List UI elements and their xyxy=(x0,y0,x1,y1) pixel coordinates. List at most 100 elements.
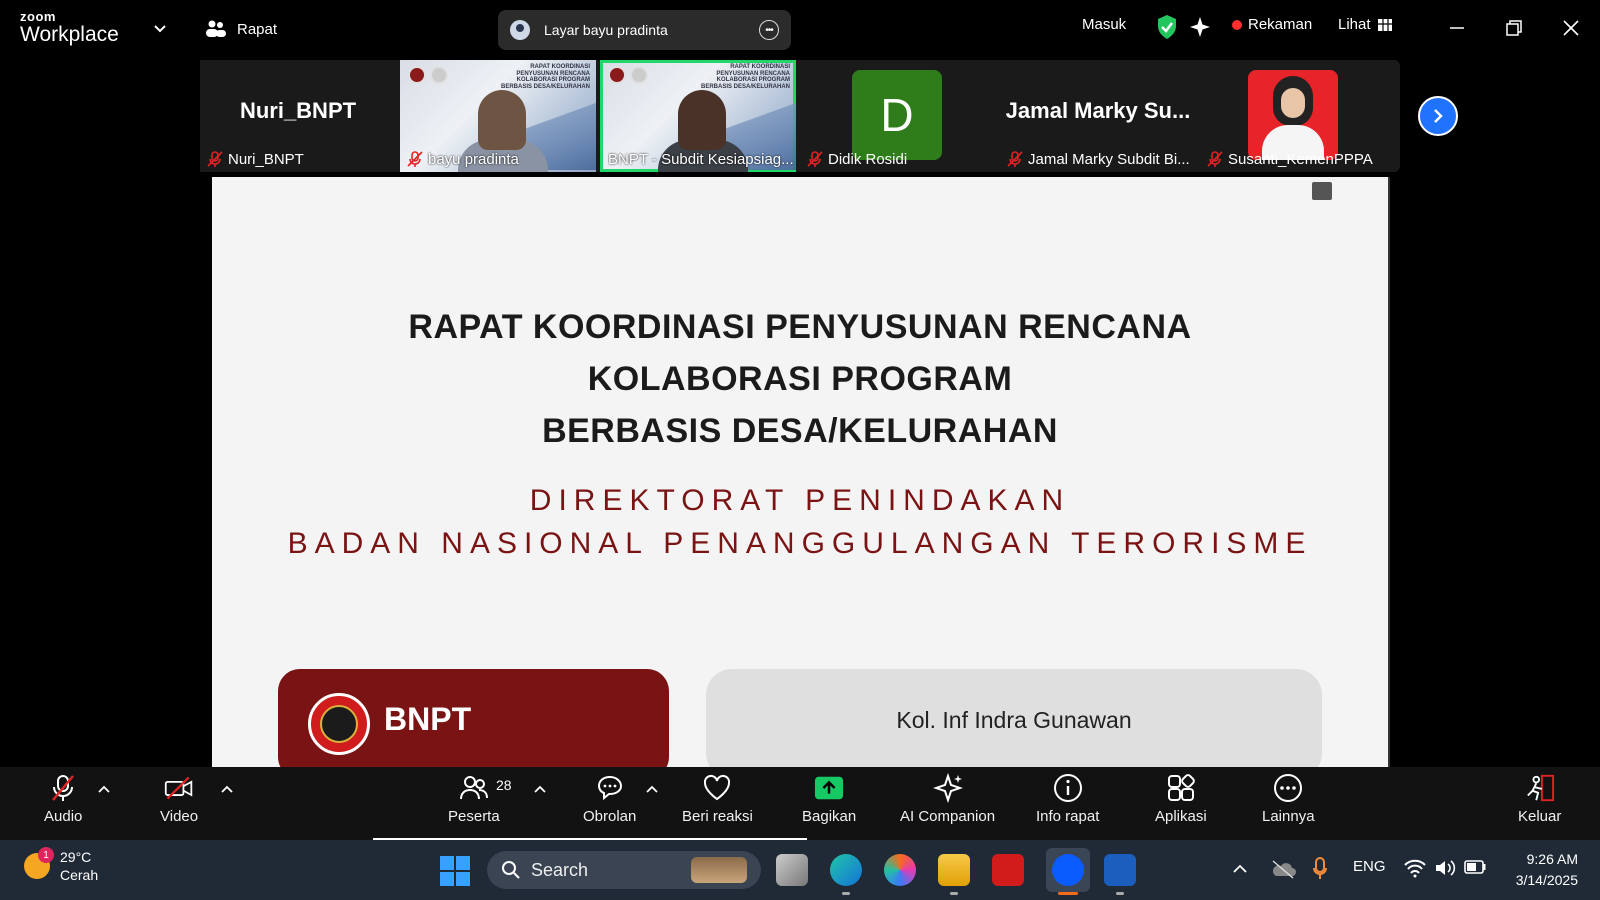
edge-icon[interactable] xyxy=(830,854,862,886)
wifi-icon[interactable] xyxy=(1404,858,1426,878)
weather-desc: Cerah xyxy=(60,867,99,883)
presenter-name: Kol. Inf Indra Gunawan xyxy=(896,707,1132,733)
participants-icon xyxy=(459,776,488,800)
running-indicator xyxy=(1116,892,1124,895)
org-logos xyxy=(608,66,648,84)
virtual-background-text: RAPAT KOORDINASI PENYUSUNAN RENCANA KOLA… xyxy=(500,64,590,90)
ai-companion-button[interactable]: AI Companion xyxy=(900,773,995,825)
windows-start-icon[interactable] xyxy=(440,856,470,886)
notification-badge: 1 xyxy=(38,847,54,863)
task-view-icon[interactable] xyxy=(776,854,808,886)
chevron-down-icon[interactable] xyxy=(152,20,168,36)
weather-temp: 29°C xyxy=(60,849,92,865)
muted-mic-icon xyxy=(1207,151,1223,167)
file-explorer-icon[interactable] xyxy=(938,854,970,886)
running-indicator xyxy=(842,892,850,895)
system-clock[interactable]: 9:26 AM 3/14/2025 xyxy=(1500,849,1578,891)
participant-tile[interactable]: Nuri_BNPT Nuri_BNPT xyxy=(200,60,396,172)
chevron-up-icon[interactable] xyxy=(1232,862,1248,874)
avatar xyxy=(1248,70,1338,160)
org-banner: BNPT xyxy=(278,669,669,767)
muted-mic-icon xyxy=(407,151,423,167)
zoom-taskbar-app[interactable] xyxy=(1046,848,1090,892)
more-options-icon[interactable]: ••• xyxy=(759,20,779,40)
muted-mic-icon xyxy=(807,151,823,167)
chevron-up-icon[interactable] xyxy=(534,785,546,793)
participant-video xyxy=(678,90,726,150)
next-page-button[interactable] xyxy=(1418,96,1458,136)
slide-title: RAPAT KOORDINASI PENYUSUNAN RENCANA KOLA… xyxy=(408,308,1192,450)
battery-icon[interactable] xyxy=(1464,860,1486,874)
apps-icon xyxy=(1167,774,1195,801)
meeting-info-button[interactable]: Info rapat xyxy=(1036,773,1099,825)
view-button[interactable]: Lihat xyxy=(1338,16,1393,33)
muted-mic-icon xyxy=(52,775,75,801)
search-icon xyxy=(502,861,520,879)
share-button[interactable]: Bagikan xyxy=(802,773,856,825)
onedrive-icon[interactable] xyxy=(1270,858,1296,880)
clock-time: 9:26 AM xyxy=(1526,851,1578,867)
copilot-icon[interactable] xyxy=(884,854,916,886)
avatar: D xyxy=(852,70,942,160)
close-icon[interactable] xyxy=(1559,16,1583,40)
participant-display-name: Nuri_BNPT xyxy=(239,98,357,123)
clock-date: 3/14/2025 xyxy=(1515,872,1578,888)
slide-subtitle: DIREKTORAT PENINDAKAN BADAN NASIONAL PEN… xyxy=(287,484,1313,560)
zoom-logo: zoom Workplace xyxy=(20,10,119,45)
language-indicator[interactable]: ENG xyxy=(1353,858,1386,875)
search-label: Search xyxy=(531,859,589,880)
meeting-label: Rapat xyxy=(237,20,278,38)
chat-icon xyxy=(597,775,622,801)
apps-button[interactable]: Aplikasi xyxy=(1155,773,1207,825)
sparkle-icon[interactable] xyxy=(1188,15,1212,39)
weather-sun-icon: 1 xyxy=(24,847,54,879)
zoom-icon xyxy=(1052,854,1084,886)
microphone-icon[interactable] xyxy=(1312,856,1328,882)
taskbar-search[interactable]: Search xyxy=(487,851,761,889)
shield-check-icon[interactable] xyxy=(1156,14,1178,40)
record-dot-icon xyxy=(1232,19,1242,30)
grid-view-icon xyxy=(1377,18,1392,31)
word-icon[interactable] xyxy=(1104,854,1136,886)
volume-icon[interactable] xyxy=(1434,858,1456,878)
participant-tile[interactable]: Jamal Marky Su... Jamal Marky Subdit Bi.… xyxy=(1000,60,1196,172)
acrobat-icon[interactable] xyxy=(992,854,1024,886)
restore-icon[interactable] xyxy=(1502,16,1526,40)
title-bar: zoom Workplace Rapat Layar bayu pradinta… xyxy=(0,0,1600,58)
chevron-up-icon[interactable] xyxy=(98,785,110,793)
participant-tile[interactable]: D Didik Rosidi xyxy=(800,60,996,172)
chevron-up-icon[interactable] xyxy=(646,785,658,793)
slide-divider xyxy=(1388,177,1390,767)
chevron-right-icon xyxy=(1434,109,1443,123)
minimize-icon[interactable] xyxy=(1445,16,1469,40)
meeting-tab[interactable]: Rapat xyxy=(205,16,277,42)
weather-widget[interactable]: 1 29°C Cerah xyxy=(24,847,99,884)
audio-button[interactable]: Audio xyxy=(44,773,82,825)
recording-label: Rekaman xyxy=(1248,16,1313,33)
participant-label: Didik Rosidi xyxy=(806,150,907,168)
info-icon xyxy=(1053,774,1082,802)
more-button[interactable]: Lainnya xyxy=(1262,773,1315,825)
participant-tile-active-speaker[interactable]: RAPAT KOORDINASI PENYUSUNAN RENCANA KOLA… xyxy=(600,60,796,172)
windows-taskbar: 1 29°C Cerah Search ENG 9:26 AM 3/14/202… xyxy=(0,840,1600,900)
video-button[interactable]: Video xyxy=(160,773,198,825)
leave-button[interactable]: Keluar xyxy=(1518,773,1561,825)
people-icon xyxy=(206,20,226,37)
chevron-up-icon[interactable] xyxy=(221,785,233,793)
participant-tile[interactable]: Susanti_KemenPPPA xyxy=(1200,60,1396,172)
screen-share-label: Layar bayu pradinta xyxy=(544,22,668,38)
org-logos xyxy=(408,66,448,84)
active-app-indicator xyxy=(1058,892,1078,895)
screen-share-pill[interactable]: Layar bayu pradinta ••• xyxy=(498,10,791,50)
recording-indicator[interactable]: Rekaman xyxy=(1232,16,1312,33)
chat-button[interactable]: Obrolan xyxy=(583,773,636,825)
running-indicator xyxy=(950,892,958,895)
react-button[interactable]: Beri reaksi xyxy=(682,773,753,825)
shared-screen[interactable]: RAPAT KOORDINASI PENYUSUNAN RENCANA KOLA… xyxy=(212,177,1388,767)
search-highlight-image xyxy=(691,857,747,883)
fit-window-icon[interactable] xyxy=(1312,182,1332,200)
participant-label: Jamal Marky Subdit Bi... xyxy=(1006,150,1190,168)
signin-button[interactable]: Masuk xyxy=(1082,16,1126,33)
participants-button[interactable]: Peserta xyxy=(448,773,500,825)
participant-tile[interactable]: RAPAT KOORDINASI PENYUSUNAN RENCANA KOLA… xyxy=(400,60,596,172)
